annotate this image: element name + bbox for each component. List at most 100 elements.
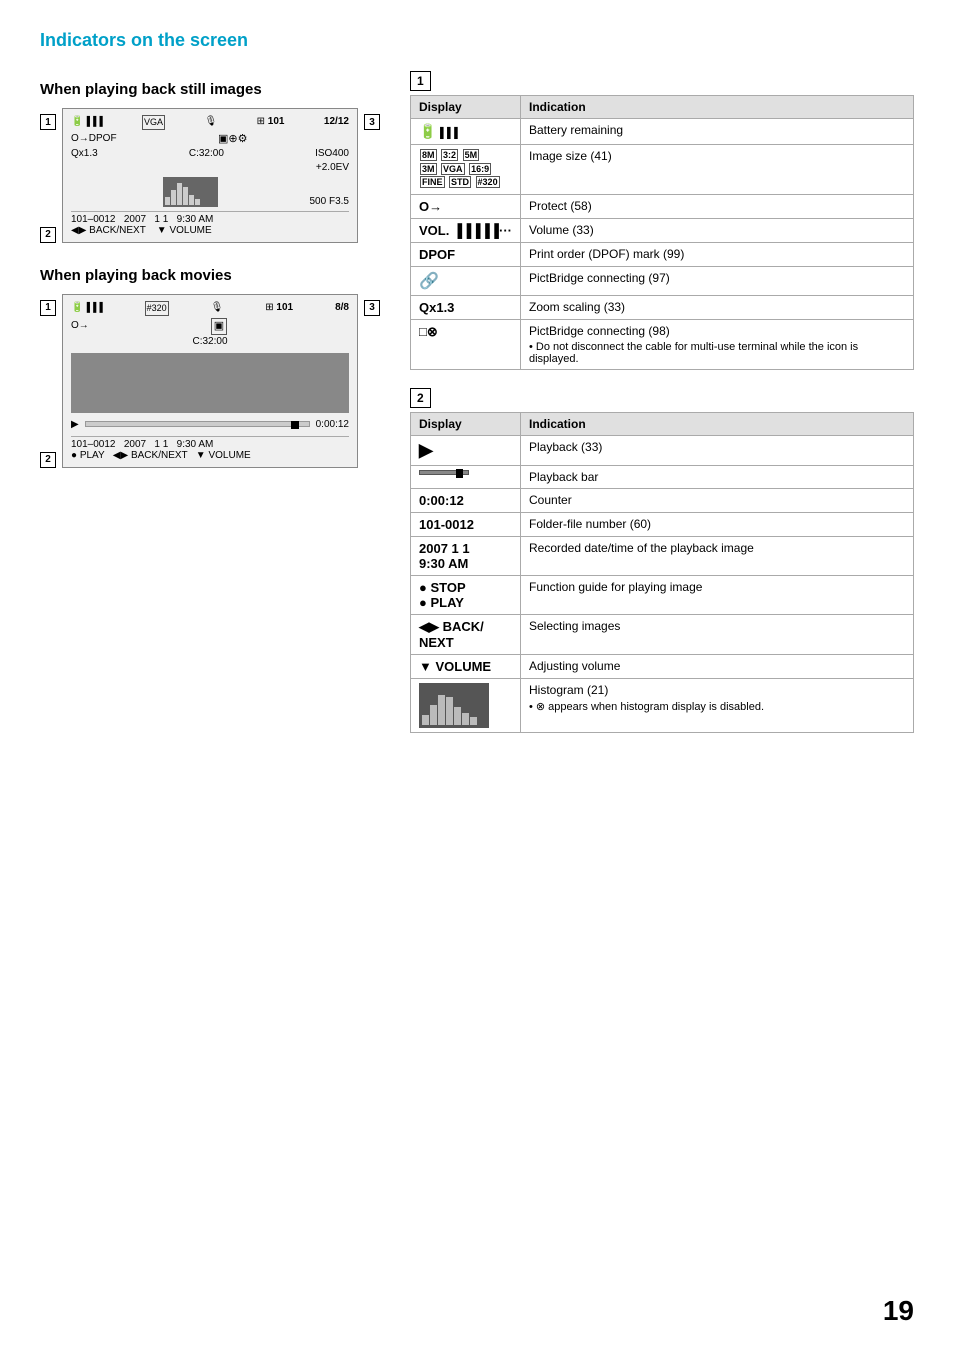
table1-box-label: 1 [410, 71, 431, 91]
table-row: VOL. ▐▐▐▐▐··· Volume (33) [411, 218, 914, 242]
label-badge-3-still: 3 [364, 114, 380, 130]
display-datetime: 2007 1 19:30 AM [411, 536, 521, 575]
indication-protect: Protect (58) [521, 194, 914, 218]
display-pictbridge1: 🔗 [411, 266, 521, 295]
table2-box-label: 2 [410, 388, 431, 408]
playback-bar-row: ▶ 0:00:12 [71, 417, 349, 432]
movies-title: When playing back movies [40, 267, 380, 284]
histogram-display [419, 683, 489, 728]
indication-playbar: Playback bar [521, 465, 914, 488]
shutter-still: 500 F3.5 [310, 196, 349, 207]
display-battery: 🔋▐▐▐ [411, 119, 521, 145]
table2: Display Indication ▶ Playback (33) [410, 412, 914, 733]
ev-still: +2.0EV [316, 161, 349, 175]
indication-imagesize: Image size (41) [521, 145, 914, 195]
table-row: 🔗 PictBridge connecting (97) [411, 266, 914, 295]
indication-folder: Folder-file number (60) [521, 512, 914, 536]
indication-pictbridge1: PictBridge connecting (97) [521, 266, 914, 295]
indication-battery: Battery remaining [521, 119, 914, 145]
table-row: Qx1.3 Zoom scaling (33) [411, 295, 914, 319]
iso-still: ISO400 [315, 147, 349, 161]
table-row: DPOF Print order (DPOF) mark (99) [411, 242, 914, 266]
display-histogram [411, 678, 521, 732]
table2-col-indication: Indication [521, 412, 914, 435]
table-row: □⊗ PictBridge connecting (98) • Do not d… [411, 319, 914, 369]
dpof-label-still: O→DPOF [71, 132, 117, 146]
bottom-bar-movie: 101–0012 2007 1 1 9:30 AM ● PLAY ◀▶ BACK… [71, 436, 349, 461]
progress-bar-movie [85, 421, 310, 427]
indication-datetime: Recorded date/time of the playback image [521, 536, 914, 575]
still-images-title: When playing back still images [40, 81, 380, 98]
label-badge-1-still: 1 [40, 114, 56, 130]
movies-screen: 🔋▐▐▐ #320 🎙 ⊞ 101 8/8 O→ ▣ C:32:00 [62, 294, 358, 468]
table-row: ▼ VOLUME Adjusting volume [411, 654, 914, 678]
table2-col-display: Display [411, 412, 521, 435]
indication-backnext: Selecting images [521, 614, 914, 654]
table1-col-display: Display [411, 96, 521, 119]
page-title: Indicators on the screen [40, 30, 914, 51]
vga-label-still: VGA [142, 115, 165, 130]
indication-dpof: Print order (DPOF) mark (99) [521, 242, 914, 266]
timer-movie: C:32:00 [192, 335, 227, 349]
display-backnext: ◀▶ BACK/NEXT [411, 614, 521, 654]
label-badge-2-movie: 2 [40, 452, 56, 468]
label-badge-2-still: 2 [40, 227, 56, 243]
mic-icon-still: 🎙 [204, 115, 217, 129]
page-number: 19 [883, 1295, 914, 1327]
icons-mid-still: ▣⊕⚙ [218, 132, 247, 147]
pictbridge2-note: • Do not disconnect the cable for multi-… [529, 341, 905, 365]
indication-play-arrow: Playback (33) [521, 435, 914, 465]
frame-count-still: 12/12 [324, 115, 349, 129]
movie-preview-area [71, 353, 349, 413]
table-row: 🔋▐▐▐ Battery remaining [411, 119, 914, 145]
table-row: ● STOP● PLAY Function guide for playing … [411, 575, 914, 614]
indication-volume2: Adjusting volume [521, 654, 914, 678]
display-dpof: DPOF [411, 242, 521, 266]
table-row: 101-0012 Folder-file number (60) [411, 512, 914, 536]
still-images-screen: 🔋▐▐▐ VGA 🎙 ⊞ 101 12/12 O→DPOF ▣⊕⚙ Qx1.3 … [62, 108, 358, 243]
display-counter: 0:00:12 [411, 488, 521, 512]
histogram-still [163, 177, 218, 207]
display-volume: VOL. ▐▐▐▐▐··· [411, 218, 521, 242]
protect-movie: O→ [71, 319, 89, 333]
display-play-arrow: ▶ [411, 435, 521, 465]
indication-pictbridge2: PictBridge connecting (98) • Do not disc… [521, 319, 914, 369]
right-panel: 1 Display Indication 🔋▐▐▐ Battery remain… [410, 71, 914, 751]
battery-icon-still: 🔋▐▐▐ [71, 115, 103, 129]
table-row: 0:00:12 Counter [411, 488, 914, 512]
indication-volume: Volume (33) [521, 218, 914, 242]
table-row: Histogram (21) • ⊗ appears when histogra… [411, 678, 914, 732]
frame-count-movie: 8/8 [335, 301, 349, 315]
table-row: Playback bar [411, 465, 914, 488]
dl-icon-movie: ▣ [211, 318, 227, 335]
label-badge-1-movie: 1 [40, 300, 56, 316]
display-playbar [411, 465, 521, 488]
display-zoom: Qx1.3 [411, 295, 521, 319]
zoom-still: Qx1.3 [71, 147, 98, 161]
playback-time: 0:00:12 [316, 419, 349, 430]
indication-counter: Counter [521, 488, 914, 512]
indication-histogram: Histogram (21) • ⊗ appears when histogra… [521, 678, 914, 732]
label-badge-3-movie: 3 [364, 300, 380, 316]
bottom-bar-still: 101–0012 2007 1 1 9:30 AM ◀▶ BACK/NEXT ▼… [71, 211, 349, 236]
card-icon-still: ⊞ 101 [257, 115, 285, 129]
battery-icon-movie: 🔋▐▐▐ [71, 301, 103, 315]
display-protect: O→ [411, 194, 521, 218]
display-stop-play: ● STOP● PLAY [411, 575, 521, 614]
table1-col-indication: Indication [521, 96, 914, 119]
table-row: 8M 3:2 5M 3M VGA 16:9 FINE STD #320 Imag… [411, 145, 914, 195]
table-row: 2007 1 19:30 AM Recorded date/time of th… [411, 536, 914, 575]
display-volume2: ▼ VOLUME [411, 654, 521, 678]
card-icon-movie: ⊞ 101 [265, 301, 293, 315]
display-pictbridge2: □⊗ [411, 319, 521, 369]
table-row: O→ Protect (58) [411, 194, 914, 218]
table-row: ▶ Playback (33) [411, 435, 914, 465]
mic-icon-movie: 🎙 [211, 301, 224, 315]
table-row: ◀▶ BACK/NEXT Selecting images [411, 614, 914, 654]
histogram-note: • ⊗ appears when histogram display is di… [529, 700, 905, 713]
quality-movie: #320 [145, 301, 169, 316]
timer-still: C:32:00 [189, 147, 224, 161]
table1: Display Indication 🔋▐▐▐ Battery remainin… [410, 95, 914, 370]
display-folder: 101-0012 [411, 512, 521, 536]
indication-stop-play: Function guide for playing image [521, 575, 914, 614]
